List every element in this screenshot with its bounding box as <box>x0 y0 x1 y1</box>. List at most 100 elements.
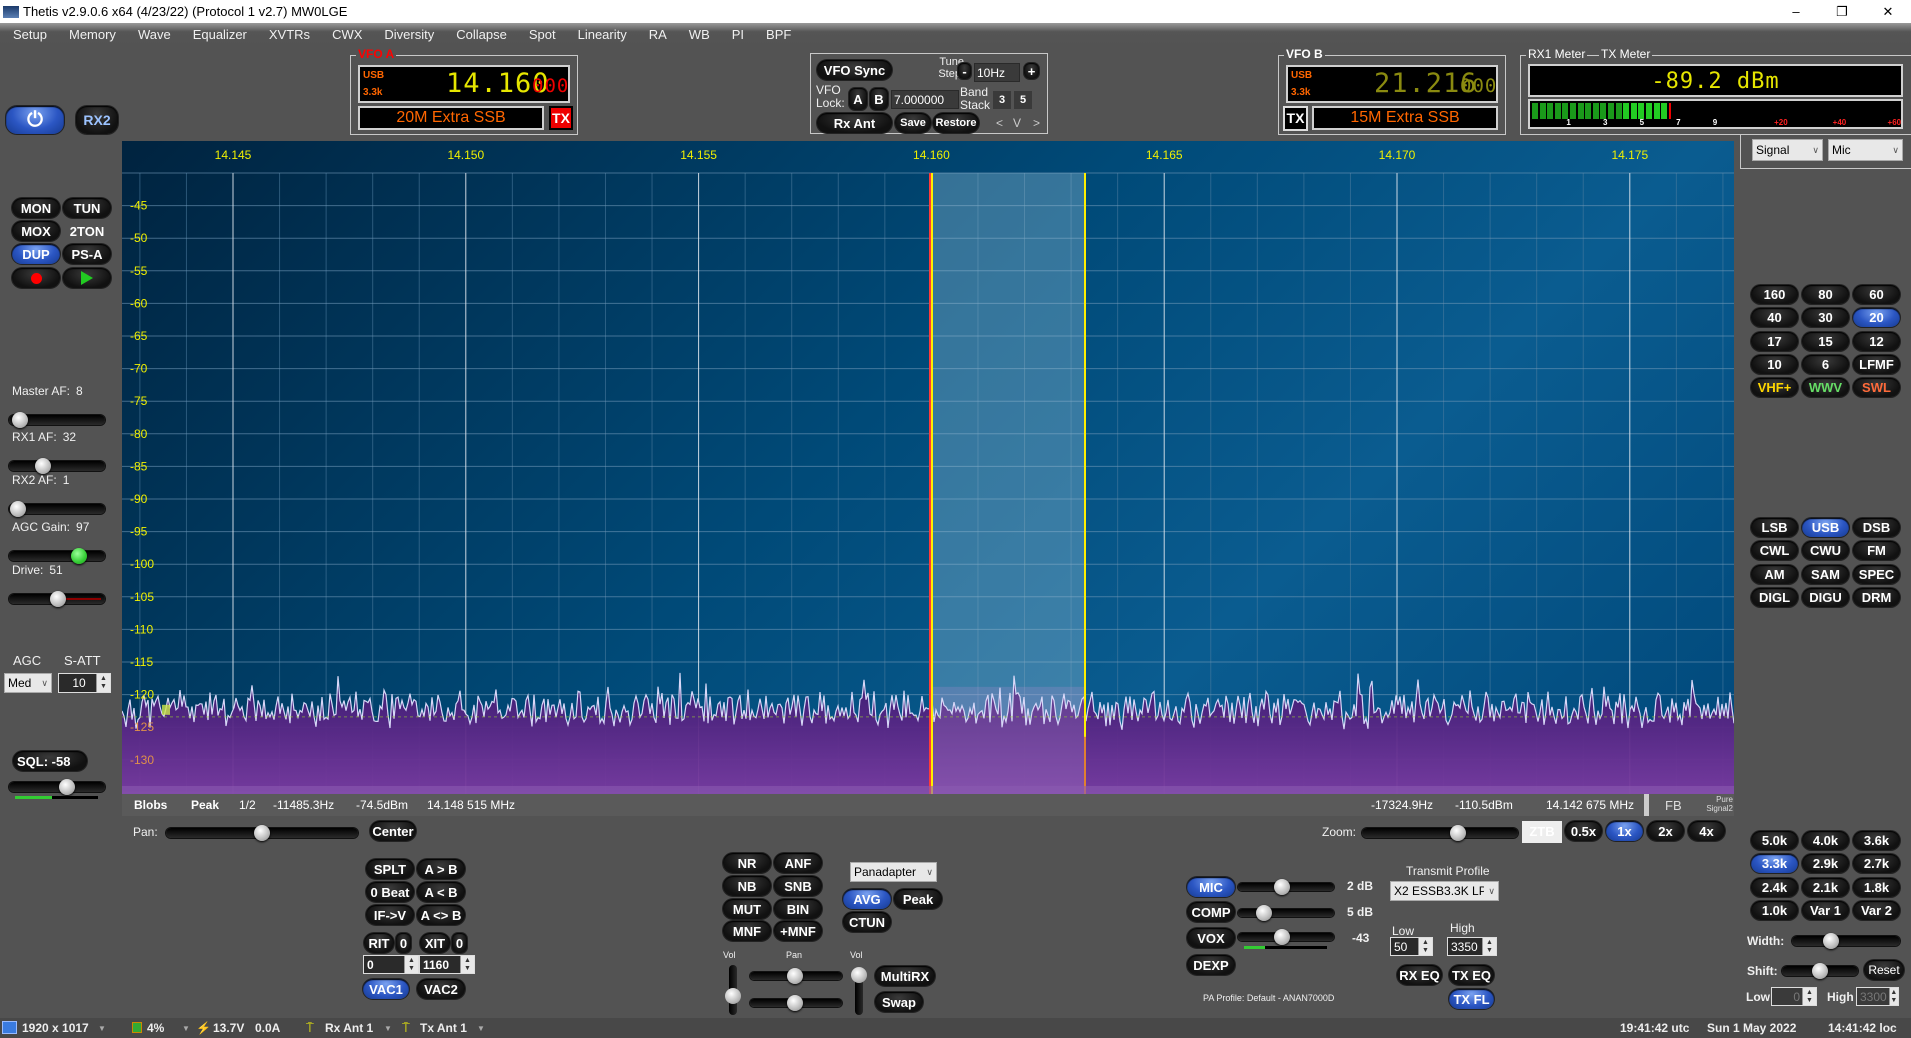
tx-antenna[interactable]: Tx Ant 1 <box>420 1021 467 1035</box>
tx-high-spinner[interactable]: 3350 ▲ ▼ <box>1447 937 1497 956</box>
multirx-vol-knob[interactable] <box>851 967 867 983</box>
drive-slider[interactable] <box>9 591 105 607</box>
filter-button-var-2[interactable]: Var 2 <box>1853 900 1900 920</box>
play-button[interactable] <box>63 268 111 288</box>
filter-button-4.0k[interactable]: 4.0k <box>1802 831 1849 850</box>
spin-arrows-icon[interactable]: ▲ ▼ <box>1418 938 1432 955</box>
vac2-button[interactable]: VAC2 <box>417 979 465 999</box>
page-indicator[interactable]: 1/2 <box>239 798 256 812</box>
zoom-1x-button[interactable]: 1x <box>1606 821 1643 841</box>
dexp-button[interactable]: DEXP <box>1187 955 1235 975</box>
zoom-4x-button[interactable]: 4x <box>1688 821 1725 841</box>
panadapter-svg[interactable]: 14.145 14.150 14.155 14.160 14.165 14.170 14.1… <box>122 141 1734 794</box>
mode-button-sam[interactable]: SAM <box>1802 564 1849 584</box>
dup-button[interactable]: DUP <box>12 244 60 264</box>
menu-ra[interactable]: RA <box>636 27 676 42</box>
xit-button[interactable]: XIT <box>420 933 450 953</box>
comp-button[interactable]: COMP <box>1187 902 1235 922</box>
menu-xvtrs[interactable]: XVTRs <box>256 27 319 42</box>
band-button-160[interactable]: 160 <box>1751 285 1798 304</box>
rx1-af-slider[interactable] <box>9 458 105 474</box>
spin-arrows-icon[interactable]: ▲ ▼ <box>1482 938 1496 955</box>
filter-low-spinner[interactable]: 0 ▲ ▼ <box>1771 987 1817 1006</box>
spin-arrows-icon[interactable]: ▲ ▼ <box>404 956 418 973</box>
band-button-10[interactable]: 10 <box>1751 354 1798 374</box>
mon-button[interactable]: MON <box>12 198 60 218</box>
mnf-button[interactable]: MNF <box>723 921 771 941</box>
vox-knob[interactable] <box>1274 929 1290 945</box>
band-stack-restore-button[interactable]: Restore <box>933 113 979 133</box>
rx-antenna[interactable]: Rx Ant 1 <box>325 1021 373 1035</box>
rx2-af-slider[interactable] <box>9 501 105 517</box>
split-button[interactable]: SPLT <box>366 859 414 879</box>
rx2-af-knob[interactable] <box>9 501 26 517</box>
menu-pi[interactable]: PI <box>719 27 753 42</box>
rit-value-spinner[interactable]: 0 ▲ ▼ <box>363 955 419 974</box>
filter-shift-reset-button[interactable]: Reset <box>1864 960 1904 980</box>
vfo-b-tx-button[interactable]: TX <box>1283 106 1308 131</box>
band-stack-save-button[interactable]: Save <box>895 113 931 133</box>
panadapter-display[interactable]: 14.145 14.150 14.155 14.160 14.165 14.170 14.1… <box>122 141 1734 794</box>
vox-button[interactable]: VOX <box>1187 928 1235 948</box>
band-stack-next-button[interactable]: > <box>1033 116 1040 130</box>
rit-button[interactable]: RIT <box>364 933 394 953</box>
chevron-down-icon[interactable]: ▼ <box>98 1024 106 1033</box>
band-button-15[interactable]: 15 <box>1802 331 1849 351</box>
bin-button[interactable]: BIN <box>774 899 822 919</box>
band-button-6[interactable]: 6 <box>1802 354 1849 374</box>
mox-button[interactable]: MOX <box>12 221 60 241</box>
filter-button-var-1[interactable]: Var 1 <box>1802 900 1849 920</box>
psa-button[interactable]: PS-A <box>63 244 111 264</box>
zoom-0.5x-button[interactable]: 0.5x <box>1565 821 1602 841</box>
rx-meter-mode-select[interactable]: Signal ∨ <box>1752 139 1823 161</box>
maximize-button[interactable]: ❐ <box>1819 0 1865 23</box>
zoom-slider[interactable] <box>1362 825 1518 841</box>
menu-wave[interactable]: Wave <box>125 27 180 42</box>
mic-gain-knob[interactable] <box>1274 879 1290 895</box>
filter-button-2.4k[interactable]: 2.4k <box>1751 877 1798 897</box>
filter-width-knob[interactable] <box>1823 933 1839 949</box>
anf-button[interactable]: ANF <box>774 853 822 873</box>
rx2-vol-knob[interactable] <box>725 988 741 1004</box>
zero-beat-button[interactable]: 0 Beat <box>366 882 414 902</box>
snb-button[interactable]: SNB <box>774 876 822 896</box>
power-button[interactable]: ⏻ <box>6 106 64 134</box>
menu-equalizer[interactable]: Equalizer <box>180 27 256 42</box>
sql-button[interactable]: SQL: -58 <box>13 751 87 771</box>
tune-step-value[interactable]: 10Hz <box>974 63 1020 82</box>
vfo-lock-a-button[interactable]: A <box>849 88 867 110</box>
band-button-60[interactable]: 60 <box>1853 285 1900 304</box>
ctun-button[interactable]: CTUN <box>843 912 891 932</box>
menu-spot[interactable]: Spot <box>516 27 565 42</box>
drive-knob[interactable] <box>49 591 66 607</box>
a-to-b-button[interactable]: A > B <box>417 859 465 879</box>
tx-low-spinner[interactable]: 50 ▲ ▼ <box>1390 937 1433 956</box>
menu-collapse[interactable]: Collapse <box>443 27 516 42</box>
vfo-a-display[interactable]: USB 3.3k 14.160 000 <box>358 65 570 103</box>
mode-button-cwl[interactable]: CWL <box>1751 541 1798 561</box>
record-button[interactable] <box>12 268 60 288</box>
tx-eq-button[interactable]: TX EQ <box>1449 965 1494 985</box>
rx-eq-button[interactable]: RX EQ <box>1397 965 1442 985</box>
menu-memory[interactable]: Memory <box>56 27 125 42</box>
comp-knob[interactable] <box>1256 905 1273 921</box>
rx2-vol-slider[interactable] <box>725 965 741 1015</box>
sql-slider-knob[interactable] <box>58 779 75 795</box>
pure-signal-indicator[interactable]: Pure Signal2 <box>1697 795 1733 813</box>
transmit-profile-select[interactable]: X2 ESSB3.3K LP2 ∨ <box>1390 881 1499 901</box>
tune-step-plus-button[interactable]: + <box>1024 63 1039 79</box>
zoom-slider-knob[interactable] <box>1450 825 1466 841</box>
nb-button[interactable]: NB <box>723 876 771 896</box>
chevron-down-icon[interactable]: ▼ <box>477 1024 485 1033</box>
band-button-wwv[interactable]: WWV <box>1802 378 1849 398</box>
menu-bpf[interactable]: BPF <box>753 27 800 42</box>
mic-gain-slider[interactable] <box>1238 879 1334 895</box>
close-button[interactable]: ✕ <box>1865 0 1911 23</box>
pan-slider-knob[interactable] <box>254 825 270 841</box>
rx2-pan-knob[interactable] <box>787 968 803 984</box>
minimize-button[interactable]: – <box>1773 0 1819 23</box>
rit-clear-button[interactable]: 0 <box>396 933 411 953</box>
menu-setup[interactable]: Setup <box>0 27 56 42</box>
tx-meter-label[interactable]: TX Meter <box>1599 47 1653 61</box>
plus-mnf-button[interactable]: +MNF <box>774 921 822 941</box>
